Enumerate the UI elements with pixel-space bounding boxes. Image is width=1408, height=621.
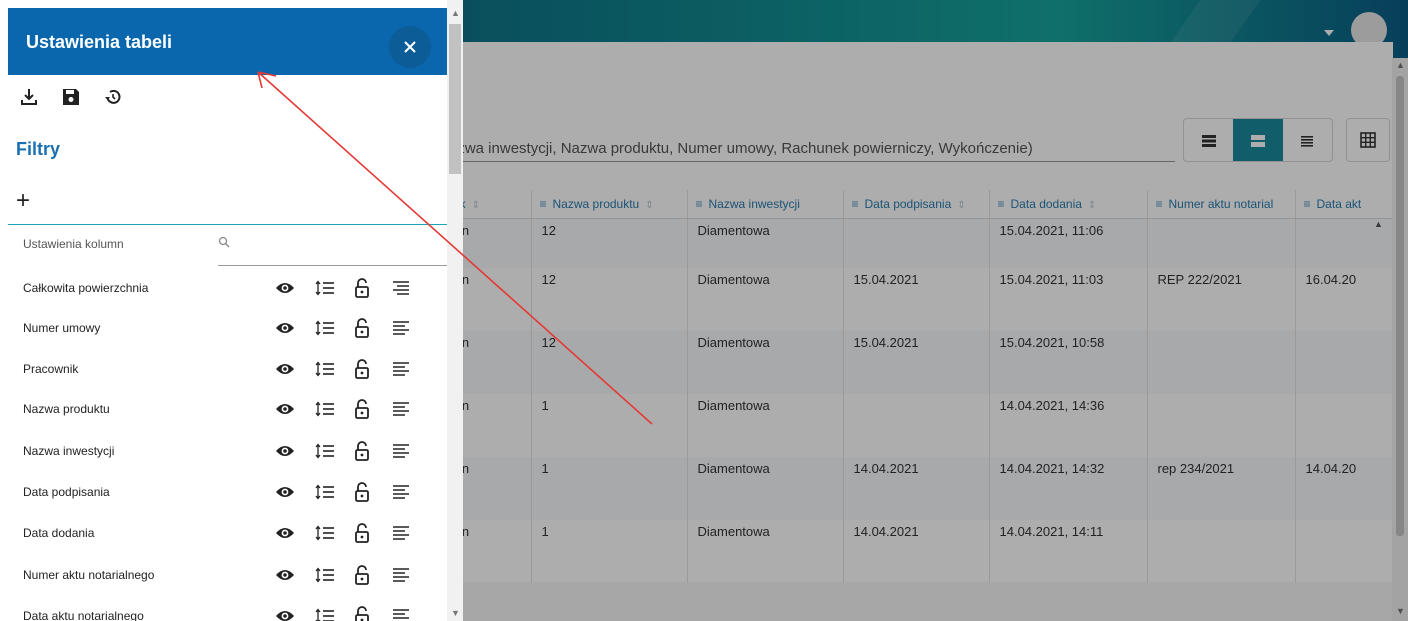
column-settings-label: Numer umowy — [23, 321, 101, 335]
align-icon[interactable] — [390, 606, 412, 621]
search-icon — [218, 236, 230, 248]
restore-icon — [105, 89, 121, 104]
filters-title: Filtry — [16, 139, 61, 159]
lock-open-icon[interactable] — [351, 565, 373, 585]
column-settings-row: Numer umowy — [0, 318, 447, 338]
sort-order-icon[interactable] — [314, 606, 336, 621]
scroll-up-icon[interactable]: ▲ — [451, 8, 460, 18]
lock-open-icon[interactable] — [351, 523, 373, 543]
columns-search-input[interactable] — [218, 236, 447, 266]
visibility-icon[interactable] — [274, 523, 296, 543]
column-settings-row: Numer aktu notarialnego — [0, 565, 447, 585]
columns-settings-label: Ustawienia kolumn — [23, 237, 124, 251]
divider — [8, 224, 447, 225]
sort-order-icon[interactable] — [314, 482, 336, 502]
sort-order-icon[interactable] — [314, 399, 336, 419]
visibility-icon[interactable] — [274, 278, 296, 298]
sort-order-icon[interactable] — [314, 565, 336, 585]
align-icon[interactable] — [390, 523, 412, 543]
sort-order-icon[interactable] — [314, 359, 336, 379]
close-button[interactable] — [389, 26, 431, 68]
visibility-icon[interactable] — [274, 441, 296, 461]
align-icon[interactable] — [390, 318, 412, 338]
visibility-icon[interactable] — [274, 399, 296, 419]
column-settings-actions — [274, 278, 414, 298]
column-settings-row: Data aktu notarialnego — [0, 606, 447, 621]
download-icon — [21, 89, 37, 105]
lock-open-icon[interactable] — [351, 359, 373, 379]
sort-order-icon[interactable] — [314, 441, 336, 461]
column-settings-label: Pracownik — [23, 362, 79, 376]
close-icon — [404, 41, 416, 53]
column-settings-actions — [274, 399, 414, 419]
lock-open-icon[interactable] — [351, 441, 373, 461]
scroll-down-icon[interactable]: ▼ — [451, 608, 460, 618]
panel-title: Ustawienia tabeli — [26, 32, 173, 52]
sort-order-icon[interactable] — [314, 523, 336, 543]
align-icon[interactable] — [390, 278, 412, 298]
column-settings-label: Data podpisania — [23, 485, 110, 499]
visibility-icon[interactable] — [274, 482, 296, 502]
column-settings-row: Data dodania — [0, 523, 447, 543]
visibility-icon[interactable] — [274, 606, 296, 621]
column-settings-actions — [274, 606, 414, 621]
add-filter-button[interactable]: + — [16, 189, 44, 213]
column-settings-actions — [274, 565, 414, 585]
column-settings-label: Data dodania — [23, 526, 95, 540]
visibility-icon[interactable] — [274, 565, 296, 585]
align-icon[interactable] — [390, 359, 412, 379]
column-settings-label: Data aktu notarialnego — [23, 609, 144, 621]
save-button[interactable] — [58, 85, 84, 109]
column-settings-actions — [274, 318, 414, 338]
column-settings-row: Całkowita powierzchnia — [0, 278, 447, 298]
table-settings-panel: Ustawienia tabeli Filtry + Ustawienia ko… — [0, 0, 447, 621]
column-settings-row: Nazwa produktu — [0, 399, 447, 419]
lock-open-icon[interactable] — [351, 399, 373, 419]
sort-order-icon[interactable] — [314, 318, 336, 338]
column-settings-row: Pracownik — [0, 359, 447, 379]
lock-open-icon[interactable] — [351, 318, 373, 338]
align-icon[interactable] — [390, 565, 412, 585]
column-settings-actions — [274, 359, 414, 379]
restore-button[interactable] — [100, 85, 126, 109]
panel-scrollbar[interactable]: ▲ ▼ — [447, 0, 463, 621]
column-settings-row: Data podpisania — [0, 482, 447, 502]
lock-open-icon[interactable] — [351, 606, 373, 621]
download-button[interactable] — [16, 85, 42, 109]
column-settings-label: Nazwa inwestycji — [23, 444, 115, 458]
save-icon — [63, 89, 79, 105]
align-icon[interactable] — [390, 482, 412, 502]
panel-toolbar — [16, 85, 126, 109]
column-settings-label: Nazwa produktu — [23, 402, 110, 416]
column-settings-label: Numer aktu notarialnego — [23, 568, 155, 582]
column-settings-label: Całkowita powierzchnia — [23, 281, 149, 295]
lock-open-icon[interactable] — [351, 482, 373, 502]
panel-header: Ustawienia tabeli — [8, 8, 447, 75]
visibility-icon[interactable] — [274, 318, 296, 338]
sort-order-icon[interactable] — [314, 278, 336, 298]
column-settings-actions — [274, 482, 414, 502]
lock-open-icon[interactable] — [351, 278, 373, 298]
visibility-icon[interactable] — [274, 359, 296, 379]
align-icon[interactable] — [390, 441, 412, 461]
column-settings-row: Nazwa inwestycji — [0, 441, 447, 461]
scrollbar-thumb[interactable] — [449, 24, 461, 174]
align-icon[interactable] — [390, 399, 412, 419]
column-settings-actions — [274, 441, 414, 461]
column-settings-actions — [274, 523, 414, 543]
